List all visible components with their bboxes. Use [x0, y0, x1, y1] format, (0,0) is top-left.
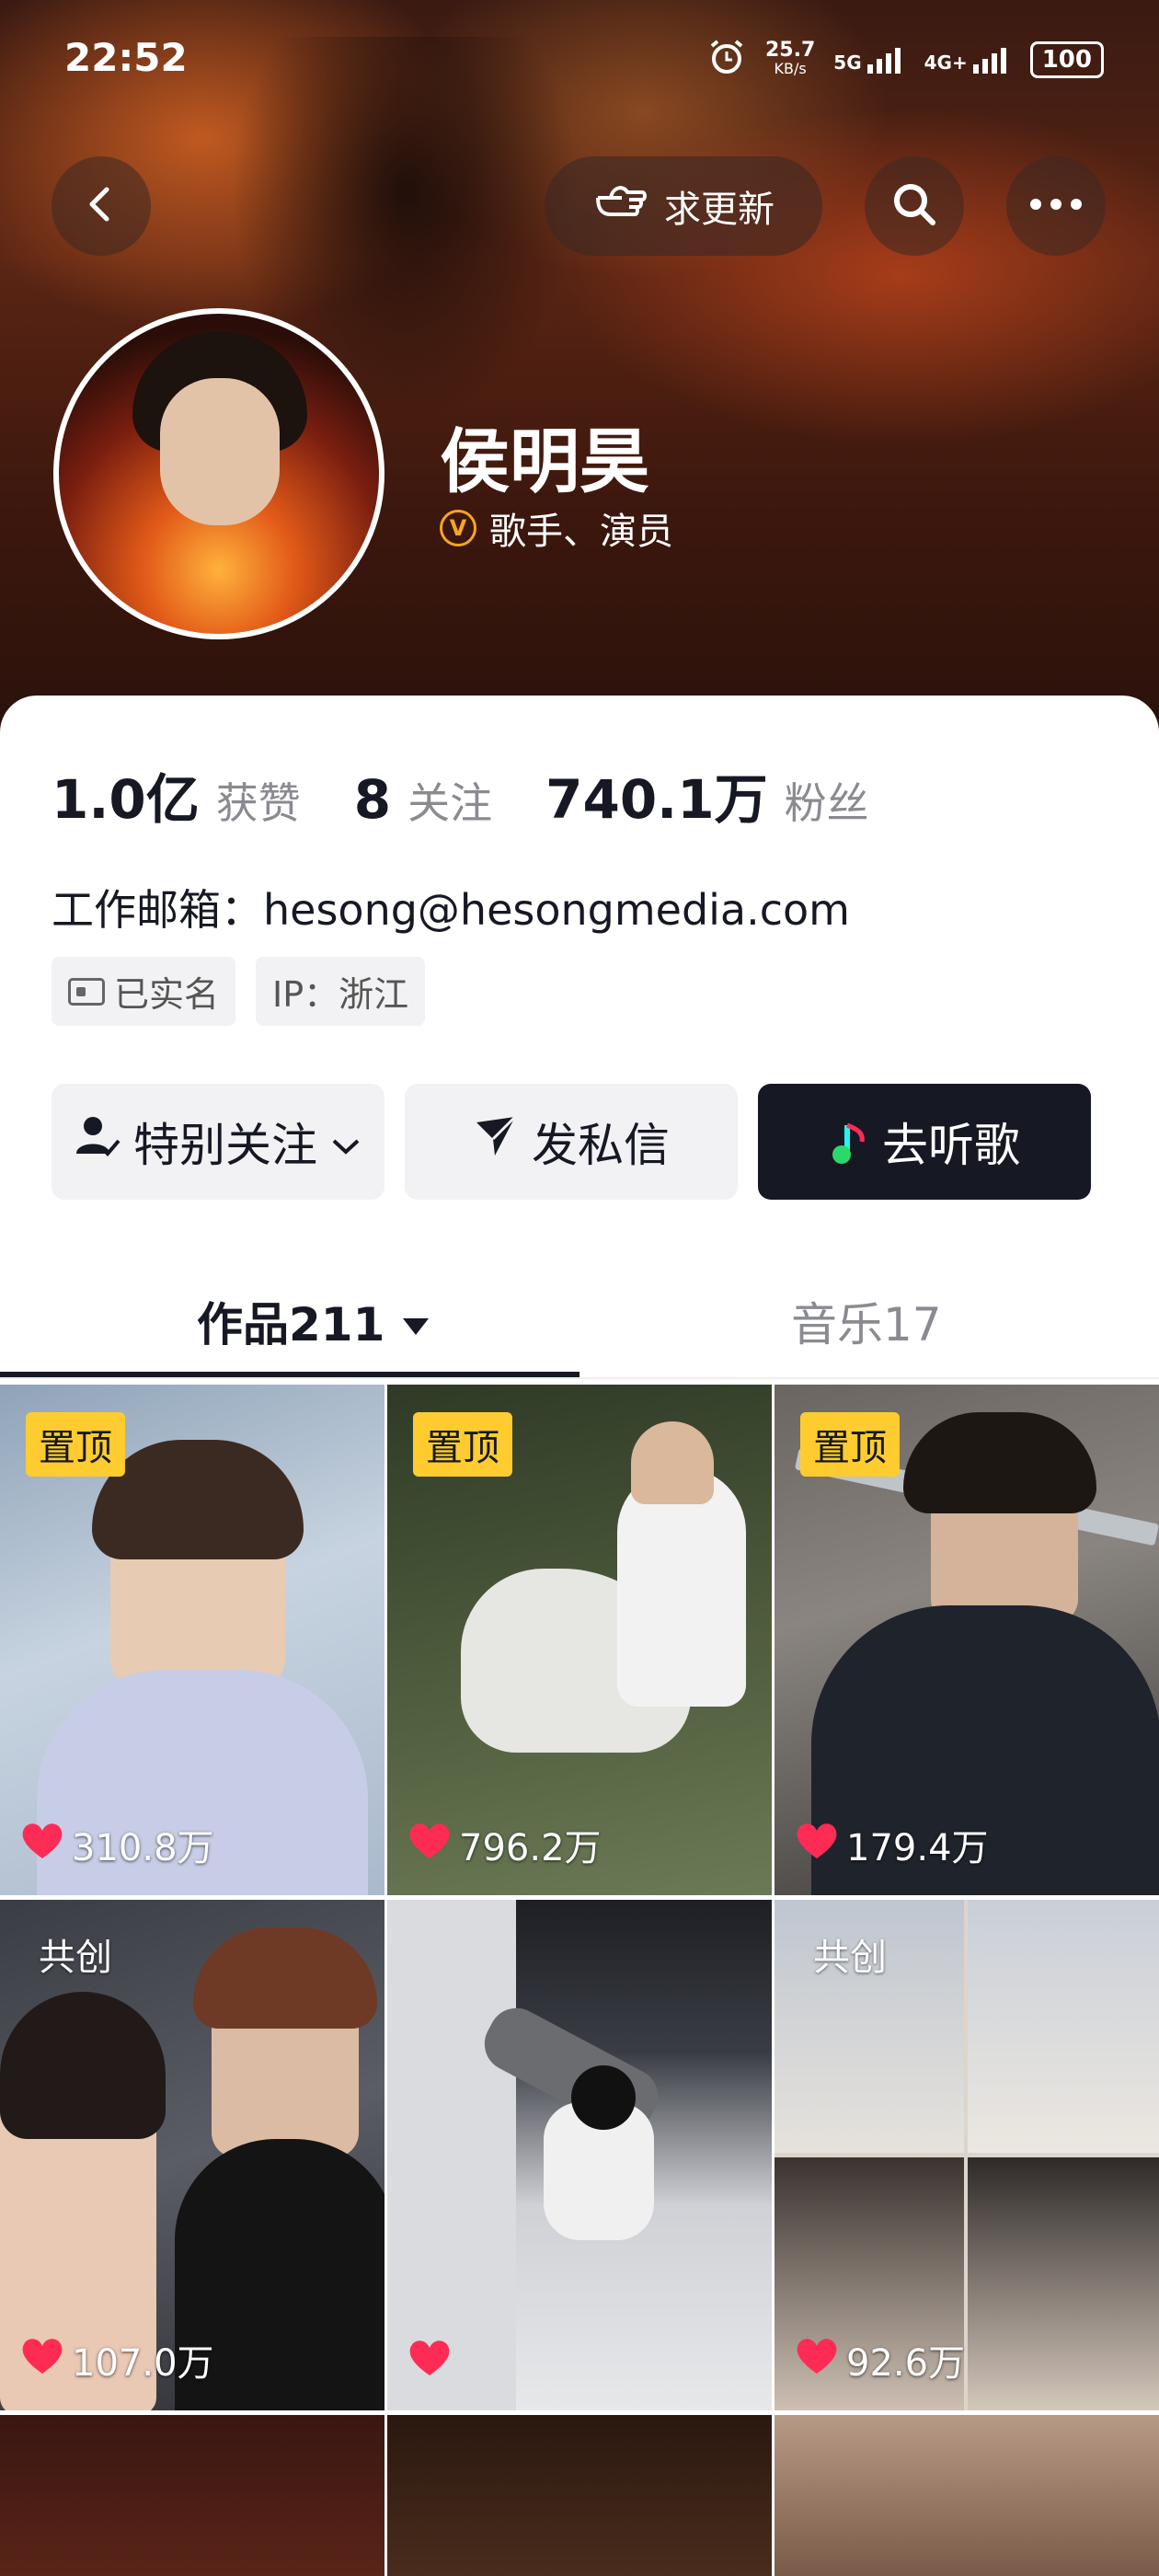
profile-name: 侯明昊: [440, 420, 649, 502]
video-thumbnail[interactable]: 置顶 796.2万: [387, 1385, 772, 1895]
like-count-label: 107.0万: [72, 2342, 214, 2385]
back-icon: [81, 184, 121, 228]
co-create-badge: 共创: [813, 1937, 887, 1979]
search-button[interactable]: [865, 156, 964, 256]
thumbnail-cap: [571, 2065, 636, 2130]
co-create-badge: 共创: [39, 1937, 112, 1979]
heart-icon: [795, 1820, 839, 1869]
thumbnail-face: [631, 1421, 714, 1504]
video-thumbnail[interactable]: 置顶 310.8万: [0, 1385, 384, 1895]
verified-tag: 已实名: [52, 957, 236, 1026]
status-icons: 25.7 KB/s 5G 4G+ 100: [706, 37, 1104, 82]
like-count: 179.4万: [795, 1818, 989, 1871]
status-bar: 22:52 25.7 KB/s 5G 4G+ 100: [0, 0, 1159, 120]
verification-row: V 歌手、演员: [440, 501, 673, 555]
hand-pointer-icon: [592, 178, 649, 235]
music-note-icon: [829, 1121, 869, 1164]
net-speed: 25.7 KB/s: [765, 38, 816, 77]
pinned-badge: 置顶: [413, 1412, 512, 1477]
video-thumbnail[interactable]: [387, 1900, 772, 2410]
tab-divider: [0, 1377, 1159, 1379]
followers-label[interactable]: 粉丝: [785, 770, 869, 831]
request-update-label: 求更新: [664, 189, 775, 231]
more-icon: [1028, 197, 1084, 215]
like-count: 107.0万: [20, 2333, 214, 2386]
chevron-down-icon: [330, 1115, 361, 1168]
heart-icon: [20, 1820, 64, 1869]
heart-icon: [407, 2337, 452, 2386]
tag-row: 已实名 IP：浙江: [52, 957, 426, 1026]
stats-row: 1.0亿 获赞 8 关注 740.1万 粉丝: [52, 756, 923, 834]
following-count[interactable]: 8: [354, 768, 391, 831]
heart-icon: [20, 2335, 64, 2385]
thumbnail-hair: [903, 1412, 1096, 1513]
thumbnail-hair-left: [0, 1992, 166, 2139]
verified-badge-icon: V: [440, 510, 476, 546]
pinned-badge: 置顶: [800, 1412, 900, 1477]
action-buttons: 特别关注 发私信 去听歌: [52, 1084, 1091, 1200]
tab-works-label: 作品211: [197, 1298, 385, 1351]
pinned-badge: 置顶: [26, 1412, 125, 1477]
like-count-label: 310.8万: [72, 1827, 214, 1869]
signal-5g: 5G: [833, 46, 905, 74]
status-time: 22:52: [64, 35, 188, 80]
back-button[interactable]: [52, 156, 151, 256]
like-count: 310.8万: [20, 1818, 214, 1871]
heart-icon: [795, 2335, 839, 2385]
more-button[interactable]: [1006, 156, 1106, 256]
send-message-button[interactable]: 发私信: [405, 1084, 738, 1200]
video-thumbnail[interactable]: [387, 2415, 772, 2576]
video-thumbnail[interactable]: [0, 2415, 384, 2576]
thumbnail-panel: [968, 1900, 1159, 2153]
heart-icon: [407, 1820, 452, 1869]
like-count: 796.2万: [407, 1818, 602, 1871]
request-update-button[interactable]: 求更新: [545, 156, 822, 256]
signal-4g: 4G+: [924, 46, 1012, 74]
like-count: [407, 2337, 459, 2386]
send-message-label: 发私信: [532, 1119, 670, 1172]
id-card-icon: [68, 977, 105, 1006]
tab-indicator: [0, 1372, 580, 1377]
special-follow-label: 特别关注: [133, 1119, 317, 1172]
video-thumbnail[interactable]: 共创 92.6万: [775, 1900, 1159, 2410]
bio-email: 工作邮箱：hesong@hesongmedia.com: [52, 885, 850, 935]
listen-music-button[interactable]: 去听歌: [758, 1084, 1091, 1200]
user-check-icon: [75, 1113, 120, 1170]
like-count-label: 796.2万: [459, 1827, 602, 1869]
video-thumbnail[interactable]: 置顶 179.4万: [775, 1385, 1159, 1895]
like-count-label: 179.4万: [846, 1827, 989, 1869]
search-icon: [889, 178, 940, 234]
paper-plane-icon: [473, 1113, 519, 1170]
alarm-icon: [706, 37, 747, 82]
special-follow-button[interactable]: 特别关注: [52, 1084, 384, 1200]
followers-count[interactable]: 740.1万: [545, 756, 767, 834]
verified-tag-label: 已实名: [114, 974, 220, 1015]
video-thumbnail[interactable]: 共创 107.0万: [0, 1900, 384, 2410]
avatar[interactable]: [53, 308, 384, 639]
avatar-face: [160, 378, 280, 525]
ip-tag: IP：浙江: [256, 957, 426, 1026]
likes-count: 1.0亿: [52, 768, 200, 831]
caret-down-icon: [401, 1294, 430, 1348]
battery-indicator: 100: [1029, 40, 1104, 78]
likes-label: 获赞: [215, 778, 301, 828]
like-count-label: 92.6万: [846, 2342, 966, 2385]
listen-music-label: 去听歌: [882, 1119, 1020, 1172]
like-count: 92.6万: [795, 2333, 965, 2386]
profile-title: 歌手、演员: [489, 511, 673, 553]
video-thumbnail[interactable]: [775, 2415, 1159, 2576]
tab-music[interactable]: 音乐17: [791, 1288, 942, 1354]
thumbnail-panel: [968, 2157, 1159, 2410]
thumbnail-wall: [387, 1900, 516, 2410]
following-label[interactable]: 关注: [407, 770, 492, 831]
ip-tag-label: IP：浙江: [272, 974, 409, 1015]
tab-works[interactable]: 作品211: [197, 1288, 430, 1354]
thumbnail-hair-right: [193, 1927, 377, 2029]
